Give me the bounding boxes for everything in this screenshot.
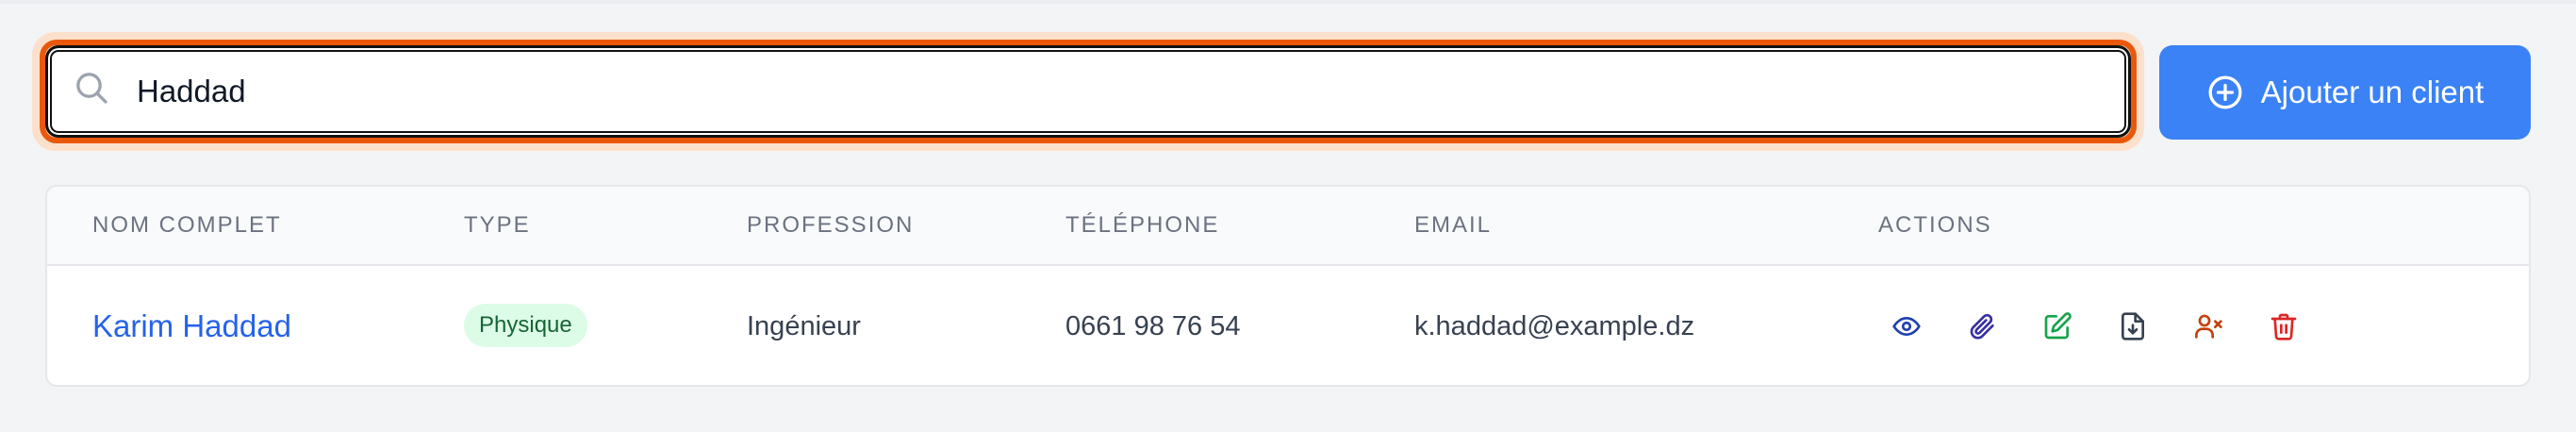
- type-badge: Physique: [464, 304, 587, 347]
- deactivate-client-button[interactable]: [2188, 306, 2229, 347]
- header-type: TYPE: [464, 212, 531, 238]
- download-document-button[interactable]: [2112, 306, 2154, 347]
- client-name-link[interactable]: Karim Haddad: [92, 266, 291, 385]
- edit-button[interactable]: [2037, 306, 2078, 347]
- add-client-button[interactable]: Ajouter un client: [2159, 45, 2531, 140]
- download-document-icon: [2122, 312, 2144, 341]
- view-button[interactable]: [1886, 306, 1927, 347]
- profession-cell: Ingénieur: [747, 311, 861, 341]
- user-remove-icon: [2195, 314, 2222, 339]
- search-input[interactable]: [135, 48, 2109, 135]
- header-email: EMAIL: [1414, 212, 1493, 238]
- table-header: NOM COMPLET TYPE PROFESSION TÉLÉPHONE EM…: [47, 187, 2529, 266]
- header-full-name: NOM COMPLET: [92, 212, 282, 238]
- delete-button[interactable]: [2263, 306, 2304, 347]
- plus-circle-icon: [2208, 75, 2242, 109]
- table-row: Karim Haddad Physique Ingénieur 0661 98 …: [47, 266, 2529, 385]
- email-cell: k.haddad@example.dz: [1414, 311, 1695, 341]
- attachments-button[interactable]: [1961, 306, 2003, 347]
- phone-cell: 0661 98 76 54: [1065, 311, 1241, 341]
- clients-table: NOM COMPLET TYPE PROFESSION TÉLÉPHONE EM…: [45, 185, 2531, 387]
- add-client-label: Ajouter un client: [2260, 75, 2485, 109]
- eye-icon: [1892, 317, 1921, 336]
- edit-icon: [2044, 312, 2072, 340]
- search-focus-halo: [32, 32, 2144, 151]
- paperclip-icon: [1970, 313, 1994, 340]
- top-strip: [0, 0, 2576, 4]
- search-icon: [76, 73, 107, 104]
- header-phone: TÉLÉPHONE: [1065, 212, 1220, 238]
- header-profession: PROFESSION: [747, 212, 915, 238]
- search-field[interactable]: [45, 45, 2131, 138]
- trash-icon: [2271, 313, 2297, 341]
- header-actions: ACTIONS: [1878, 212, 1992, 238]
